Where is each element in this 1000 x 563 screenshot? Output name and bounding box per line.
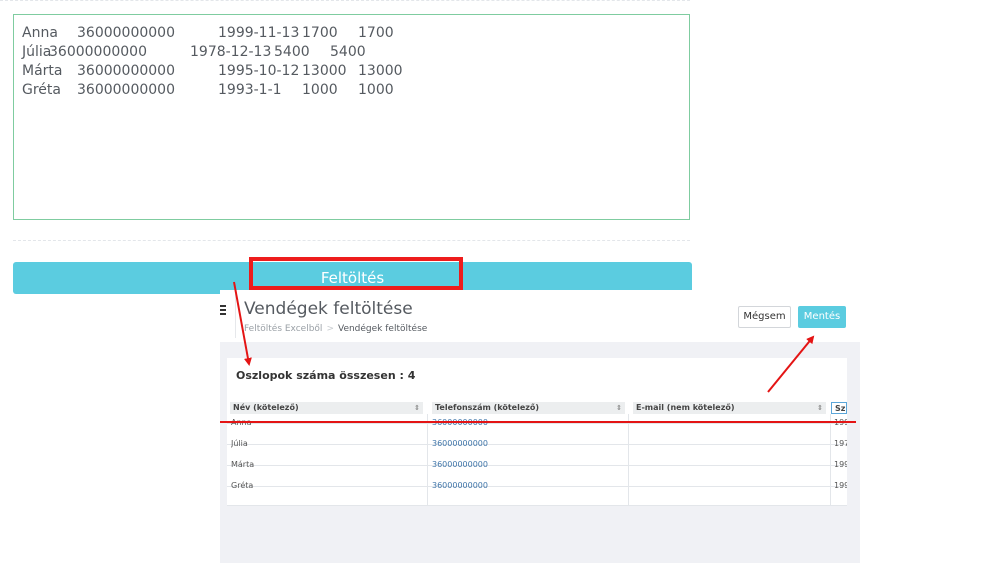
annotation-arrow-up: [767, 335, 815, 393]
annotation-arrow-down: [233, 281, 252, 366]
annotation-arrows: [233, 281, 815, 393]
